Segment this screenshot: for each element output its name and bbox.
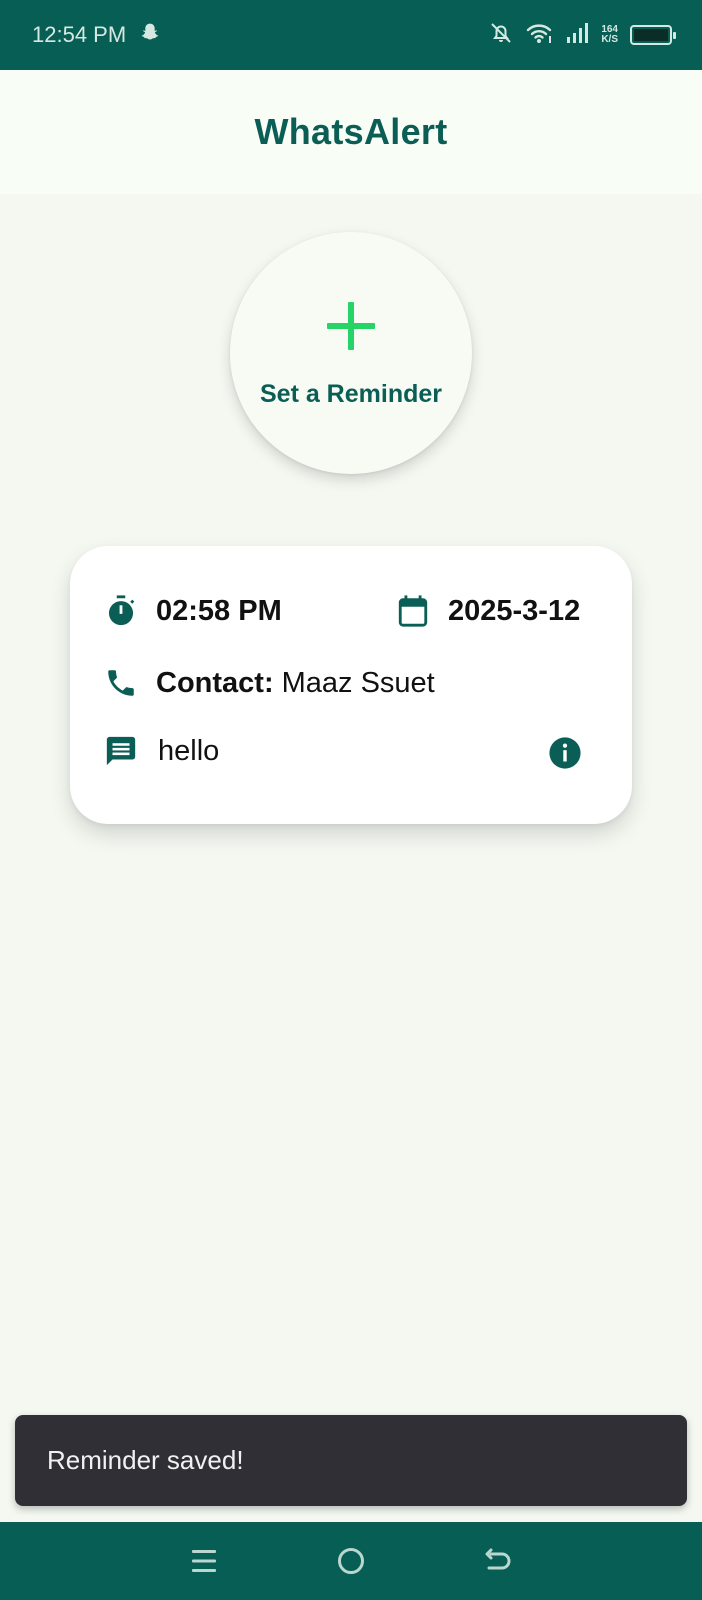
- battery-icon: [630, 25, 676, 45]
- reminder-time-row: 02:58 PM: [104, 594, 282, 628]
- set-reminder-button[interactable]: Set a Reminder: [230, 232, 472, 474]
- network-speed-unit: K/S: [601, 34, 618, 45]
- battery-level: [634, 29, 668, 41]
- calendar-icon: [396, 594, 430, 628]
- phone-icon: [104, 666, 138, 700]
- info-icon[interactable]: [548, 736, 582, 770]
- wifi-icon: [525, 21, 553, 50]
- reminder-contact-row: Contact: Maaz Ssuet: [104, 666, 435, 700]
- status-left: 12:54 PM: [32, 22, 160, 48]
- system-nav-bar: [0, 1522, 702, 1600]
- snapchat-icon: [140, 22, 160, 48]
- reminder-card[interactable]: 02:58 PM 2025-3-12 Contact: Maaz Ssuet h…: [70, 546, 632, 824]
- status-bar: 12:54 PM 164 K/S: [0, 0, 702, 70]
- signal-icon: [565, 22, 589, 49]
- app-title: WhatsAlert: [254, 111, 448, 152]
- notifications-off-icon: [489, 21, 513, 50]
- app-header: WhatsAlert: [0, 70, 702, 194]
- reminder-time: 02:58 PM: [156, 594, 282, 627]
- home-icon[interactable]: [331, 1541, 371, 1581]
- message-icon: [104, 734, 138, 768]
- contact-name: Maaz Ssuet: [281, 666, 435, 699]
- timer-icon: [104, 594, 138, 628]
- status-time: 12:54 PM: [32, 22, 127, 47]
- status-right: 164 K/S: [489, 21, 676, 50]
- reminder-date-row: 2025-3-12: [396, 594, 580, 628]
- snackbar-text: Reminder saved!: [47, 1445, 244, 1475]
- reminder-date: 2025-3-12: [448, 594, 581, 627]
- contact-label: Contact:: [156, 666, 274, 699]
- menu-icon[interactable]: [184, 1541, 224, 1581]
- network-speed: 164 K/S: [601, 25, 618, 45]
- back-icon[interactable]: [478, 1541, 518, 1581]
- reminder-message-row: hello: [104, 734, 219, 768]
- reminder-message: hello: [158, 734, 220, 767]
- plus-icon: [327, 301, 375, 350]
- snackbar: Reminder saved!: [15, 1415, 687, 1506]
- set-reminder-label: Set a Reminder: [259, 379, 442, 408]
